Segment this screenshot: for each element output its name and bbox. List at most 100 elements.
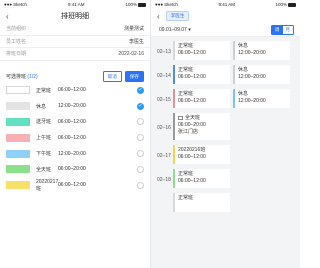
shift-card[interactable]: 正常班 06:00–12:00 bbox=[173, 169, 230, 188]
shift-card-title-text: 正常班 bbox=[178, 195, 194, 201]
unchecked-icon[interactable] bbox=[137, 134, 144, 142]
shift-time: 06:00–12:00 bbox=[58, 118, 86, 125]
shift-row[interactable]: 20220217班 06:00–12:00 bbox=[0, 177, 150, 193]
shift-card-location: 张江门店 bbox=[178, 129, 199, 135]
day-row: 02–16 全天班 06:00–20:00 张江门店 bbox=[151, 113, 300, 145]
shift-card-time: 06:00–20:00 bbox=[178, 122, 206, 128]
shift-row[interactable]: 休息 12:00–20:00 ✓ bbox=[0, 98, 150, 114]
battery-icon bbox=[287, 2, 296, 7]
day-date: 02–15 bbox=[157, 96, 171, 103]
shift-color-swatch bbox=[6, 181, 30, 190]
checked-icon[interactable]: ✓ bbox=[137, 102, 144, 110]
shift-color-bar bbox=[173, 41, 175, 60]
shift-time: 06:00–12:00 bbox=[58, 182, 86, 189]
signal-carrier: ●●● Sketch bbox=[4, 2, 27, 7]
shift-color-bar bbox=[173, 65, 175, 84]
shift-color-swatch bbox=[6, 117, 30, 126]
shift-name: 20220217班 bbox=[36, 178, 59, 192]
shift-card[interactable]: 正常班 06:00–12:00 bbox=[173, 65, 230, 84]
shift-time: 06:00–20:00 bbox=[58, 166, 86, 173]
status-time: 9:41 AM bbox=[218, 2, 235, 7]
shift-card-title-text: 正常班 bbox=[178, 67, 194, 73]
day-list: 02–13 正常班 06:00–12:00 休息 12:00–20:00 02–14 正常班… bbox=[151, 37, 300, 217]
shift-color-bar bbox=[173, 145, 175, 164]
nav-bar: ‹ 李医生 bbox=[151, 9, 300, 23]
shift-name: 全天班 bbox=[36, 166, 52, 173]
shift-row[interactable]: 上午班 06:00–12:00 bbox=[0, 130, 150, 146]
shift-card-title-text: 正常班 bbox=[178, 91, 194, 97]
date-range-bar: 09.01–09.07 ▾ 周 月 bbox=[151, 23, 300, 37]
checked-icon[interactable]: ✓ bbox=[137, 86, 144, 94]
shift-card-title-text: 正常班 bbox=[178, 171, 194, 177]
shift-card[interactable]: 休息 12:00–20:00 bbox=[233, 41, 290, 60]
day-row: 02–14 正常班 06:00–12:00 休息 12:00–20:00 bbox=[151, 65, 300, 89]
shift-row[interactable]: 送牙班 06:00–12:00 bbox=[0, 114, 150, 130]
shift-card-time: 06:00–12:00 bbox=[178, 178, 206, 184]
shift-card-title: 休息 bbox=[238, 67, 287, 74]
selectable-title: 可选排班 (1/2) bbox=[6, 73, 38, 80]
day-row: 02–13 正常班 06:00–12:00 休息 12:00–20:00 bbox=[151, 41, 300, 65]
day-row: 02–18 正常班 06:00–12:00 bbox=[151, 169, 300, 193]
shift-row[interactable]: 全天班 06:00–20:00 bbox=[0, 161, 150, 177]
selectable-shifts-header: 可选排班 (1/2) 取消 保存 bbox=[0, 71, 150, 83]
shift-card[interactable]: 20220216班 06:00–12:00 bbox=[173, 145, 230, 164]
shift-card[interactable]: 休息 12:00–20:00 bbox=[233, 65, 290, 84]
employee-tag[interactable]: 李医生 bbox=[165, 11, 190, 21]
date-range-label[interactable]: 09.01–09.07 ▾ bbox=[159, 27, 191, 33]
signal-icon: ●●● bbox=[155, 2, 164, 7]
shift-color-bar bbox=[233, 65, 235, 84]
unchecked-icon[interactable] bbox=[137, 118, 144, 126]
day-date: 02–18 bbox=[157, 176, 171, 183]
shift-card[interactable]: 正常班 06:00–12:00 bbox=[173, 89, 230, 108]
shift-row[interactable]: 正常班 06:00–12:00 ✓ bbox=[0, 83, 150, 99]
day-date: 02–13 bbox=[157, 48, 171, 55]
save-button[interactable]: 保存 bbox=[124, 71, 144, 82]
shift-time: 12:00–20:00 bbox=[58, 150, 86, 157]
shift-card-time: 06:00–12:00 bbox=[178, 50, 206, 56]
unchecked-icon[interactable] bbox=[137, 181, 144, 189]
shift-name: 送牙班 bbox=[36, 119, 52, 126]
shift-card-title: 正常班 bbox=[178, 43, 227, 50]
shift-color-bar bbox=[173, 113, 175, 140]
shift-card[interactable]: 全天班 06:00–20:00 张江门店 bbox=[173, 113, 230, 140]
info-key: 当前组织 bbox=[6, 26, 27, 33]
info-value: 测量测试 bbox=[123, 26, 144, 33]
info-row: 当前组织 测量测试 bbox=[0, 23, 150, 36]
shift-name: 上午班 bbox=[36, 135, 52, 142]
back-arrow-icon[interactable]: ‹ bbox=[6, 12, 9, 21]
month-toggle[interactable]: 月 bbox=[282, 25, 293, 34]
info-value[interactable]: 2022-02-16 bbox=[118, 51, 144, 57]
shift-card-title: 正常班 bbox=[178, 67, 227, 74]
unchecked-icon[interactable] bbox=[137, 165, 144, 173]
day-date bbox=[151, 193, 173, 217]
week-toggle[interactable]: 周 bbox=[272, 25, 283, 34]
shift-card[interactable]: 正常班 06:00–12:00 bbox=[173, 41, 230, 60]
selectable-count: (1/2) bbox=[27, 74, 38, 80]
shift-card-title: 20220216班 bbox=[178, 147, 227, 154]
battery-icon bbox=[137, 2, 146, 7]
cancel-button[interactable]: 取消 bbox=[102, 71, 122, 82]
battery-group: 100% bbox=[125, 2, 146, 7]
shift-color-swatch bbox=[6, 102, 30, 111]
status-time: 9:41 AM bbox=[67, 2, 85, 7]
shift-list: 正常班 06:00–12:00 ✓ 休息 12:00–20:00 ✓ 送牙班 06:00–12… bbox=[0, 83, 150, 194]
shift-card[interactable]: 正常班 bbox=[173, 193, 230, 212]
back-arrow-icon[interactable]: ‹ bbox=[157, 12, 160, 21]
unchecked-icon[interactable] bbox=[137, 150, 144, 158]
shift-name: 休息 bbox=[36, 103, 47, 110]
info-row: 排班日期 2022-02-16 bbox=[0, 48, 150, 61]
info-list: 当前组织 测量测试 员工姓名 李医生 排班日期 2022-02-16 bbox=[0, 23, 150, 61]
info-key: 排班日期 bbox=[6, 51, 27, 58]
shift-name: 正常班 bbox=[36, 87, 52, 94]
shift-card-title: 休息 bbox=[238, 43, 287, 50]
schedule-calendar-screen: ●●● Sketch 9:41 AM 100% ‹ 李医生 09.01–09.07… bbox=[150, 0, 300, 268]
shift-row[interactable]: 下午班 12:00–20:00 bbox=[0, 146, 150, 162]
page-title: 排班明细 bbox=[61, 13, 89, 20]
shift-color-bar bbox=[233, 41, 235, 60]
shift-card-time: 06:00–12:00 bbox=[178, 154, 206, 160]
shift-card[interactable]: 休息 12:00–20:00 bbox=[233, 89, 290, 108]
shift-name: 下午班 bbox=[36, 151, 52, 158]
status-bar: ●●● Sketch 9:41 AM 100% bbox=[0, 0, 150, 9]
shift-card-title: 正常班 bbox=[178, 171, 227, 178]
signal-carrier: ●●● Sketch bbox=[155, 2, 178, 7]
